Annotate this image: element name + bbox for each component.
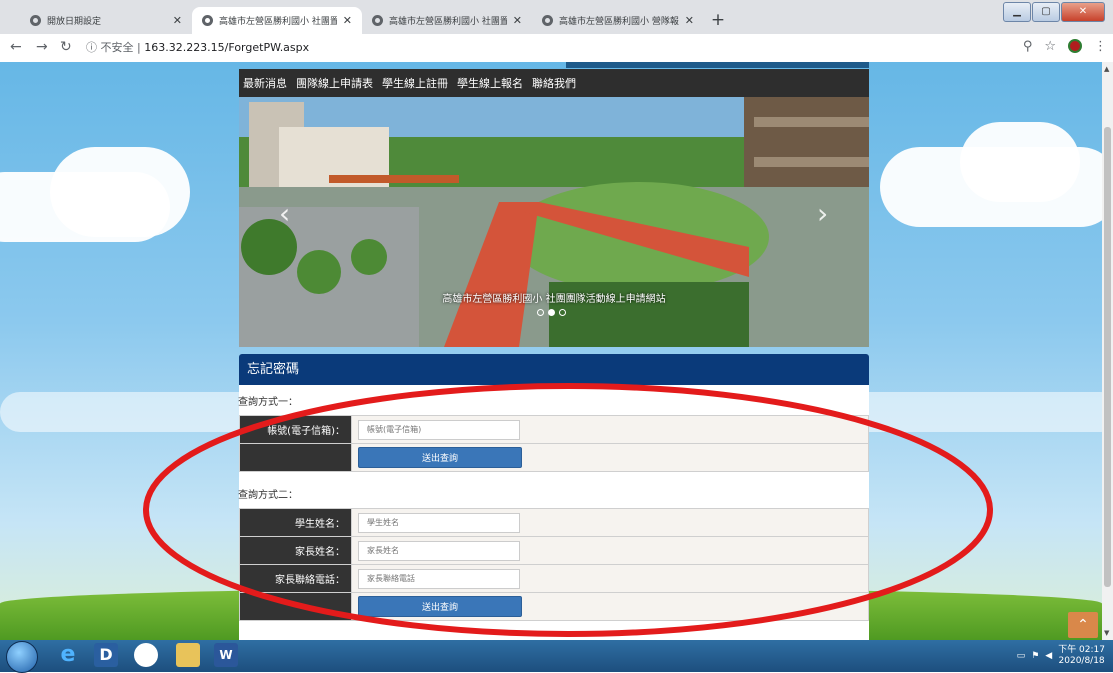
url-field[interactable]: ⓘ 不安全 | 163.32.223.15/ForgetPW.aspx (86, 38, 1006, 58)
start-button[interactable] (6, 641, 38, 673)
nav-news[interactable]: 最新消息 (243, 75, 287, 91)
carousel-dot-active[interactable] (548, 309, 555, 316)
reload-icon[interactable]: ↻ (60, 39, 72, 55)
method-one-title: 查詢方式一： (238, 397, 298, 408)
nav-student-signup[interactable]: 學生線上報名 (457, 75, 523, 91)
empty-label-cell (239, 592, 352, 621)
banner-carousel: ‹ › 高雄市左營區勝利國小 社團團隊活動線上申請網站 (239, 97, 869, 347)
method-two-title: 查詢方式二： (238, 490, 298, 501)
volume-icon[interactable]: ◀ (1045, 651, 1052, 661)
cloud (960, 122, 1080, 202)
bookmark-star-icon[interactable]: ☆ (1044, 39, 1056, 54)
folder-icon[interactable] (176, 643, 200, 667)
nav-contact[interactable]: 聯絡我們 (532, 75, 576, 91)
menu-icon[interactable]: ⋮ (1094, 39, 1107, 54)
close-icon[interactable]: ✕ (173, 14, 182, 27)
close-icon[interactable]: ✕ (513, 14, 522, 27)
site-nav: 最新消息 團隊線上申請表 學生線上註冊 學生線上報名 聯絡我們 (239, 69, 869, 97)
extension-icon[interactable] (1068, 39, 1082, 53)
info-icon[interactable]: ⓘ (86, 41, 97, 54)
maximize-button[interactable]: ▢ (1032, 2, 1060, 22)
word-icon[interactable]: W (214, 643, 238, 667)
student-name-input[interactable] (358, 512, 520, 533)
flag-icon[interactable]: ⚑ (1031, 651, 1039, 661)
chrome-icon[interactable] (134, 643, 158, 667)
globe-icon (542, 15, 553, 26)
cloud (50, 147, 190, 237)
clock-time: 下午 02:17 (1058, 645, 1105, 655)
empty-label-cell (239, 443, 352, 472)
globe-icon (30, 15, 41, 26)
parent-name-input[interactable] (358, 540, 520, 561)
ie-icon[interactable]: e (56, 643, 80, 667)
carousel-dot[interactable] (559, 309, 566, 316)
forgot-password-form: 查詢方式一： 帳號(電子信箱)： 送出查詢 查詢方式二： 學生姓名： 家長姓名： (238, 385, 869, 640)
tab-1[interactable]: 開放日期設定 ✕ (20, 7, 192, 34)
tab-title: 高雄市左營區勝利國小 社團置附 (389, 17, 507, 27)
main-content: 最新消息 團隊線上申請表 學生線上註冊 學生線上報名 聯絡我們 ‹ › 高雄市左… (238, 62, 869, 640)
forward-icon[interactable]: → (36, 39, 48, 55)
method-one-table: 帳號(電子信箱)： 送出查詢 (239, 415, 869, 472)
browser-tab-strip: 開放日期設定 ✕ 高雄市左營區勝利國小 社團置附 ✕ 高雄市左營區勝利國小 社團… (0, 0, 1113, 34)
network-icon[interactable]: ▭ (1017, 651, 1026, 661)
nav-student-register[interactable]: 學生線上註冊 (382, 75, 448, 91)
parent-name-label: 家長姓名： (239, 536, 352, 565)
submit-query-button-2[interactable]: 送出查詢 (358, 596, 522, 617)
top-accent-bar (566, 62, 869, 68)
tab-2-active[interactable]: 高雄市左營區勝利國小 社團置附 ✕ (192, 7, 362, 34)
back-to-top-button[interactable]: ⌃ (1068, 612, 1098, 638)
tab-title: 開放日期設定 (47, 17, 102, 27)
address-bar-row: ← → ↻ ⓘ 不安全 | 163.32.223.15/ForgetPW.asp… (0, 34, 1113, 63)
parent-phone-input[interactable] (358, 568, 520, 589)
url-text: 163.32.223.15/ForgetPW.aspx (144, 41, 310, 54)
scroll-up-icon[interactable]: ▲ (1104, 65, 1109, 73)
window-controls: ▁ ▢ ✕ (1002, 2, 1105, 22)
clock[interactable]: 下午 02:17 2020/8/18 (1058, 645, 1105, 667)
clock-date: 2020/8/18 (1058, 656, 1105, 666)
tab-4[interactable]: 高雄市左營區勝利國小 營隊報名 ✕ (532, 7, 704, 34)
tab-title: 高雄市左營區勝利國小 社團置附 (219, 17, 337, 27)
tab-title: 高雄市左營區勝利國小 營隊報名 (559, 17, 679, 27)
system-tray: ▭ ⚑ ◀ 下午 02:17 2020/8/18 (1017, 640, 1113, 672)
carousel-indicators (537, 309, 566, 316)
security-label: 不安全 (100, 41, 134, 54)
scroll-down-icon[interactable]: ▼ (1104, 629, 1109, 637)
close-icon[interactable]: ✕ (343, 14, 352, 27)
nav-team-application[interactable]: 團隊線上申請表 (296, 75, 373, 91)
back-icon[interactable]: ← (10, 39, 22, 55)
student-name-label: 學生姓名： (239, 508, 352, 537)
tab-3[interactable]: 高雄市左營區勝利國小 社團置附 ✕ (362, 7, 532, 34)
zoom-icon[interactable]: ⚲ (1023, 39, 1033, 54)
banner-caption: 高雄市左營區勝利國小 社團團隊活動線上申請網站 (442, 294, 666, 305)
close-icon[interactable]: ✕ (685, 14, 694, 27)
toolbar-icons: ⚲ ☆ ⋮ (1023, 39, 1107, 54)
carousel-prev-icon[interactable]: ‹ (279, 197, 290, 230)
page-scrollbar[interactable]: ▲ ▼ (1102, 62, 1113, 640)
account-label: 帳號(電子信箱)： (239, 415, 352, 444)
account-input[interactable] (358, 419, 520, 440)
carousel-dot[interactable] (537, 309, 544, 316)
carousel-next-icon[interactable]: › (817, 197, 828, 230)
new-tab-button[interactable]: + (708, 10, 728, 30)
app-icon[interactable]: D (94, 643, 118, 667)
close-window-button[interactable]: ✕ (1061, 2, 1105, 22)
scrollbar-thumb[interactable] (1104, 127, 1111, 587)
panel-title: 忘記密碼 (239, 354, 869, 385)
parent-phone-label: 家長聯絡電話： (239, 564, 352, 593)
windows-taskbar: e D W ▭ ⚑ ◀ 下午 02:17 2020/8/18 (0, 640, 1113, 673)
method-two-table: 學生姓名： 家長姓名： 家長聯絡電話： 送出查詢 (239, 508, 869, 621)
submit-query-button-1[interactable]: 送出查詢 (358, 447, 522, 468)
globe-icon (372, 15, 383, 26)
globe-icon (202, 15, 213, 26)
minimize-button[interactable]: ▁ (1003, 2, 1031, 22)
